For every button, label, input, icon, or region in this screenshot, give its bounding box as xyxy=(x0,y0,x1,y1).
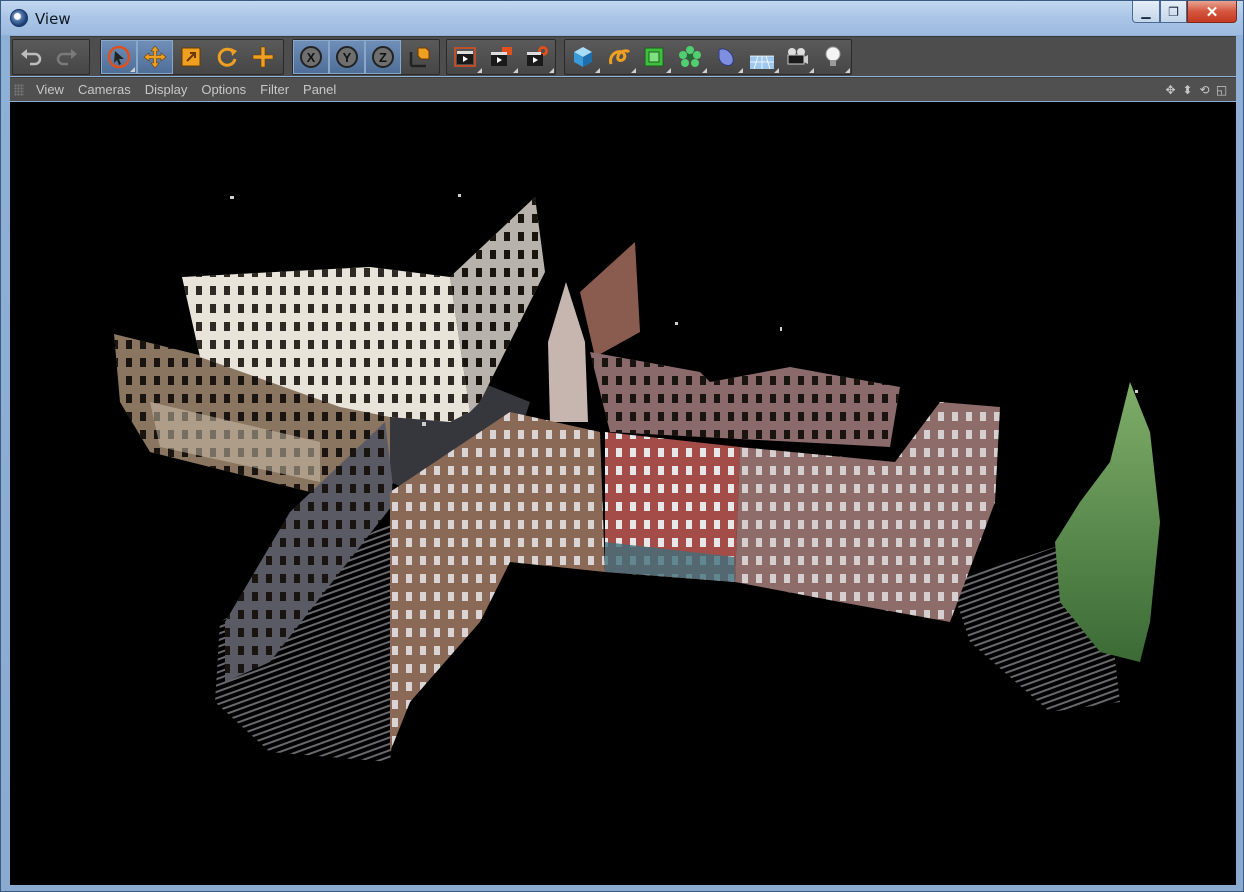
render-settings-button[interactable] xyxy=(519,40,555,74)
spline-icon xyxy=(608,49,630,65)
viewport-menubar: View Cameras Display Options Filter Pane… xyxy=(10,77,1236,101)
floor-button[interactable] xyxy=(744,40,780,74)
move-button[interactable] xyxy=(137,40,173,74)
window-controls: ▁ ❐ ✕ xyxy=(1132,1,1237,23)
deformer-button[interactable] xyxy=(708,40,744,74)
objects-group xyxy=(564,39,852,75)
live-selection-icon xyxy=(107,45,131,69)
subdivision-icon xyxy=(644,47,664,67)
tools-group xyxy=(100,39,284,75)
render-picture-viewer-button[interactable] xyxy=(483,40,519,74)
scale-button[interactable] xyxy=(173,40,209,74)
toggle-layout-icon[interactable]: ◱ xyxy=(1213,82,1230,98)
svg-text:Y: Y xyxy=(343,50,352,65)
render-group xyxy=(446,39,556,75)
scale-icon xyxy=(181,47,201,67)
coordinate-system-icon xyxy=(409,47,430,68)
svg-text:X: X xyxy=(307,50,316,65)
live-selection-button[interactable] xyxy=(101,40,137,74)
cinema4d-app-icon xyxy=(10,9,28,27)
menu-view[interactable]: View xyxy=(36,82,64,97)
render-picture-viewer-icon xyxy=(491,47,512,66)
coordinate-system-button[interactable] xyxy=(401,40,437,74)
z-axis-icon: Z xyxy=(372,46,394,68)
rotate-view-icon[interactable]: ⟲ xyxy=(1196,82,1213,98)
zoom-view-icon[interactable]: ⬍ xyxy=(1179,82,1196,98)
drag-grip-icon[interactable] xyxy=(14,84,24,96)
viewport-nav-controls: ✥ ⬍ ⟲ ◱ xyxy=(1162,82,1230,98)
y-axis-button[interactable]: Y xyxy=(329,40,365,74)
history-group xyxy=(12,39,90,75)
title-bar[interactable]: View ▁ ❐ ✕ xyxy=(1,1,1243,35)
window-title: View xyxy=(35,10,71,28)
redo-button[interactable] xyxy=(49,40,85,74)
cube-button[interactable] xyxy=(565,40,601,74)
y-axis-icon: Y xyxy=(336,46,358,68)
main-toolbar: X Y Z xyxy=(10,36,1236,76)
axes-group: X Y Z xyxy=(292,39,440,75)
maximize-icon: ❐ xyxy=(1168,4,1179,19)
z-axis-button[interactable]: Z xyxy=(365,40,401,74)
mograph-cloner-icon xyxy=(679,46,702,67)
cube-icon xyxy=(573,47,592,67)
viewport-menu: View Cameras Display Options Filter Pane… xyxy=(36,82,350,97)
minimize-button[interactable]: ▁ xyxy=(1132,1,1160,23)
close-icon: ✕ xyxy=(1205,3,1219,21)
3d-viewport[interactable] xyxy=(10,102,1236,885)
render-view-icon xyxy=(454,47,476,67)
svg-text:Z: Z xyxy=(379,50,387,65)
mograph-cloner-button[interactable] xyxy=(672,40,708,74)
deformer-icon xyxy=(718,48,734,66)
move-icon xyxy=(143,45,167,69)
menu-panel[interactable]: Panel xyxy=(303,82,336,97)
subdivision-button[interactable] xyxy=(637,40,673,74)
camera-button[interactable] xyxy=(780,40,816,74)
undo-button[interactable] xyxy=(13,40,49,74)
light-icon xyxy=(825,46,841,66)
rotate-icon xyxy=(217,47,237,67)
menu-cameras[interactable]: Cameras xyxy=(78,82,131,97)
point-cloud-scan xyxy=(114,194,1160,762)
floor-icon xyxy=(749,55,774,70)
menu-display[interactable]: Display xyxy=(145,82,188,97)
menu-filter[interactable]: Filter xyxy=(260,82,289,97)
x-axis-icon: X xyxy=(300,46,322,68)
building-upper-windows xyxy=(590,352,900,447)
minimize-icon: ▁ xyxy=(1141,4,1151,19)
recent-tool-icon xyxy=(252,46,274,68)
spline-button[interactable] xyxy=(601,40,637,74)
rotate-button[interactable] xyxy=(209,40,245,74)
undo-icon xyxy=(21,49,42,66)
x-axis-button[interactable]: X xyxy=(293,40,329,74)
redo-icon xyxy=(56,49,77,66)
recent-tool-button[interactable] xyxy=(245,40,281,74)
menu-options[interactable]: Options xyxy=(201,82,246,97)
maximize-button[interactable]: ❐ xyxy=(1160,1,1187,23)
move-view-icon[interactable]: ✥ xyxy=(1162,82,1179,98)
light-button[interactable] xyxy=(815,40,851,74)
camera-icon xyxy=(787,48,809,65)
render-view-button[interactable] xyxy=(447,40,483,74)
tower-spire xyxy=(548,282,588,422)
render-settings-icon xyxy=(527,46,548,66)
tower-rear xyxy=(580,242,640,357)
close-button[interactable]: ✕ xyxy=(1187,1,1237,23)
application-window: View ▁ ❐ ✕ X Y Z View Cameras Display Op… xyxy=(0,0,1244,892)
